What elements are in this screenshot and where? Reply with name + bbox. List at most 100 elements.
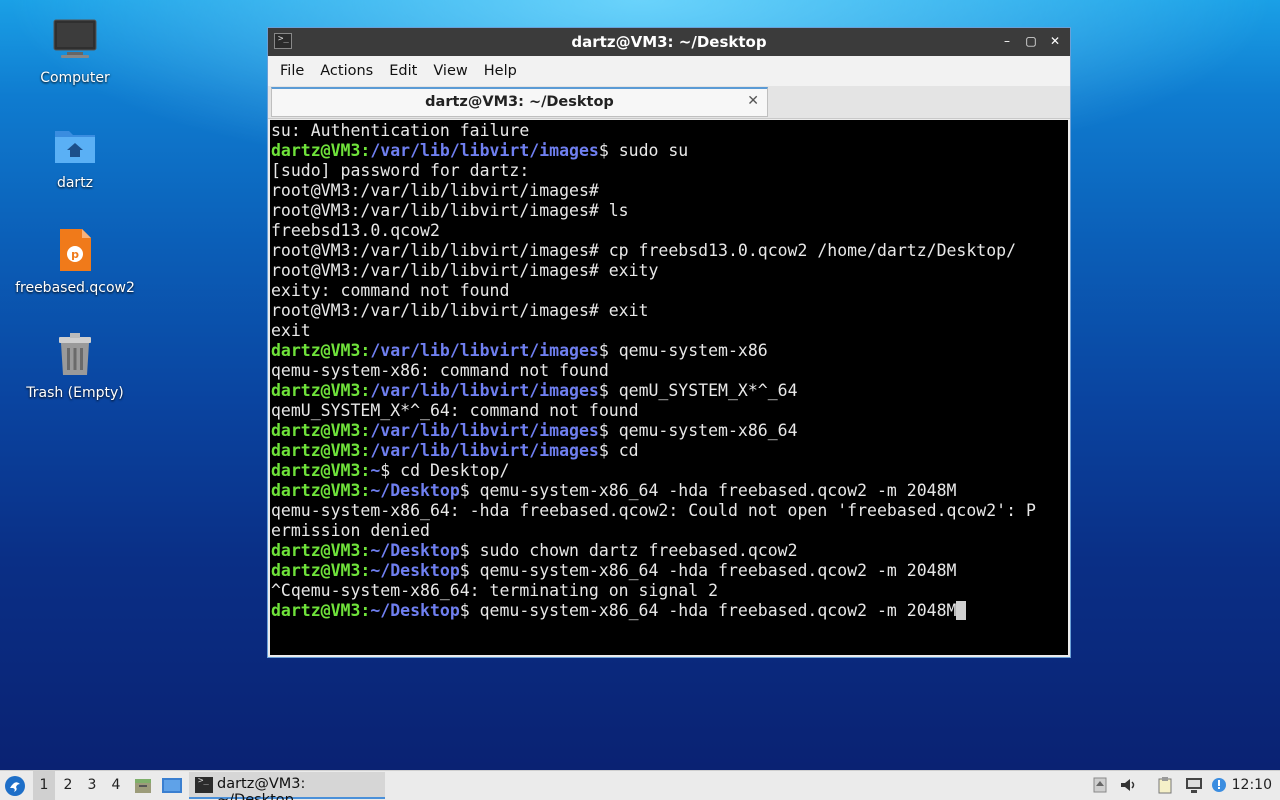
terminal-line: exit — [271, 321, 1068, 341]
desktop-icon-disk-image[interactable]: p freebased.qcow2 — [5, 226, 145, 296]
terminal-line: root@VM3:/var/lib/libvirt/images# exit — [271, 301, 1068, 321]
svg-text:p: p — [71, 248, 79, 261]
terminal-output[interactable]: su: Authentication failure dartz@VM3:/var… — [270, 120, 1068, 655]
output-text: exity: command not found — [271, 281, 510, 300]
prompt-path: /var/lib/libvirt/images — [370, 381, 599, 400]
tab-bar: dartz@VM3: ~/Desktop ✕ — [268, 86, 1070, 119]
prompt-path: ~/Desktop — [370, 601, 460, 620]
prompt-user: dartz@VM3: — [271, 461, 371, 480]
computer-icon — [51, 16, 99, 64]
command-text: $ qemu-system-x86_64 -hda freebased.qcow… — [459, 601, 957, 620]
prompt-user: dartz@VM3: — [271, 541, 371, 560]
tab-label: dartz@VM3: ~/Desktop — [425, 94, 614, 110]
command-text: $ sudo chown dartz freebased.qcow2 — [459, 541, 798, 560]
workspace-3[interactable]: 3 — [81, 771, 103, 800]
desktop-icon-trash[interactable]: Trash (Empty) — [5, 331, 145, 401]
window-title: dartz@VM3: ~/Desktop — [571, 33, 767, 51]
desktop-icon-label: freebased.qcow2 — [15, 280, 135, 296]
prompt-user: dartz@VM3: — [271, 481, 371, 500]
terminal-line: dartz@VM3:/var/lib/libvirt/images$ qemu-… — [271, 341, 1068, 361]
output-text: qemU_SYSTEM_X*^_64: command not found — [271, 401, 639, 420]
network-icon[interactable] — [1184, 776, 1202, 794]
workspace-4[interactable]: 4 — [105, 771, 127, 800]
terminal-line: qemu-system-x86_64: -hda freebased.qcow2… — [271, 501, 1068, 521]
tray-scroll-icon[interactable] — [1091, 776, 1109, 794]
clock[interactable]: 12:10 — [1232, 771, 1272, 800]
desktop-icon-home-folder[interactable]: dartz — [5, 121, 145, 191]
command-text: $ cd — [598, 441, 639, 460]
terminal-line: root@VM3:/var/lib/libvirt/images# — [271, 181, 1068, 201]
terminal-window[interactable]: >_ dartz@VM3: ~/Desktop – ▢ ✕ File Actio… — [267, 27, 1071, 658]
terminal-line: qemu-system-x86: command not found — [271, 361, 1068, 381]
update-notifier-icon[interactable] — [1210, 776, 1228, 794]
terminal-line: root@VM3:/var/lib/libvirt/images# exity — [271, 261, 1068, 281]
menu-edit[interactable]: Edit — [381, 63, 425, 79]
output-text: [sudo] password for dartz: — [271, 161, 530, 180]
output-text: root@VM3:/var/lib/libvirt/images# — [271, 181, 599, 200]
output-text: root@VM3:/var/lib/libvirt/images# ls — [271, 201, 629, 220]
terminal-line: su: Authentication failure — [271, 121, 1068, 141]
tab-close-icon[interactable]: ✕ — [747, 93, 759, 109]
clipboard-icon[interactable] — [1156, 776, 1174, 794]
maximize-button[interactable]: ▢ — [1022, 32, 1040, 50]
command-text: $ cd Desktop/ — [380, 461, 510, 480]
file-manager-launcher[interactable] — [133, 771, 155, 800]
output-text: exit — [271, 321, 311, 340]
minimize-button[interactable]: – — [998, 32, 1016, 50]
prompt-user: dartz@VM3: — [271, 441, 371, 460]
prompt-user: dartz@VM3: — [271, 421, 371, 440]
command-text: $ qemU_SYSTEM_X*^_64 — [598, 381, 798, 400]
prompt-user: dartz@VM3: — [271, 141, 371, 160]
window-titlebar[interactable]: >_ dartz@VM3: ~/Desktop – ▢ ✕ — [268, 28, 1070, 56]
menu-help[interactable]: Help — [476, 63, 525, 79]
command-text: $ qemu-system-x86_64 — [598, 421, 798, 440]
text-cursor — [956, 601, 967, 620]
prompt-path: ~/Desktop — [370, 561, 460, 580]
desktop-icon-label: Computer — [40, 70, 110, 86]
terminal-line: qemU_SYSTEM_X*^_64: command not found — [271, 401, 1068, 421]
tab-terminal[interactable]: dartz@VM3: ~/Desktop ✕ — [271, 87, 768, 117]
prompt-path: /var/lib/libvirt/images — [370, 441, 599, 460]
workspace-1[interactable]: 1 — [33, 771, 55, 800]
start-menu-icon — [5, 776, 25, 796]
taskbar-task-terminal[interactable]: >_ dartz@VM3: ~/Desktop — [189, 772, 385, 800]
prompt-path: ~/Desktop — [370, 481, 460, 500]
output-text: root@VM3:/var/lib/libvirt/images# exity — [271, 261, 659, 280]
terminal-line: dartz@VM3:~/Desktop$ qemu-system-x86_64 … — [271, 561, 1068, 581]
show-desktop-launcher[interactable] — [161, 771, 185, 800]
command-text: $ sudo su — [598, 141, 689, 160]
trash-icon — [51, 331, 99, 379]
output-text: ermission denied — [271, 521, 430, 540]
output-text: root@VM3:/var/lib/libvirt/images# exit — [271, 301, 649, 320]
desktop-icon-computer[interactable]: Computer — [5, 16, 145, 86]
terminal-line: dartz@VM3:/var/lib/libvirt/images$ qemU_… — [271, 381, 1068, 401]
terminal-line: dartz@VM3:/var/lib/libvirt/images$ cd — [271, 441, 1068, 461]
terminal-line: ^Cqemu-system-x86_64: terminating on sig… — [271, 581, 1068, 601]
menu-view[interactable]: View — [425, 63, 475, 79]
prompt-path: /var/lib/libvirt/images — [370, 421, 599, 440]
prompt-path: ~/Desktop — [370, 541, 460, 560]
terminal-line: dartz@VM3:~/Desktop$ qemu-system-x86_64 … — [271, 601, 1068, 621]
app-menu-button[interactable] — [4, 771, 28, 800]
terminal-text: su: Authentication failure dartz@VM3:/var… — [270, 120, 1068, 621]
output-text: qemu-system-x86: command not found — [271, 361, 609, 380]
output-text: qemu-system-x86_64: -hda freebased.qcow2… — [271, 501, 1036, 520]
command-text: $ qemu-system-x86_64 -hda freebased.qcow… — [459, 481, 957, 500]
file-manager-icon — [135, 779, 151, 793]
taskbar: 1 2 3 4 >_ dartz@VM3: ~/Desktop 12:10 — [0, 770, 1280, 800]
output-text: ^Cqemu-system-x86_64: terminating on sig… — [271, 581, 719, 600]
command-text: $ qemu-system-x86 — [598, 341, 768, 360]
menu-actions[interactable]: Actions — [312, 63, 381, 79]
volume-icon[interactable] — [1119, 776, 1137, 794]
close-button[interactable]: ✕ — [1046, 32, 1064, 50]
workspace-2[interactable]: 2 — [57, 771, 79, 800]
output-text: su: Authentication failure — [271, 121, 530, 140]
prompt-path: /var/lib/libvirt/images — [370, 341, 599, 360]
prompt-user: dartz@VM3: — [271, 601, 371, 620]
terminal-line: ermission denied — [271, 521, 1068, 541]
menu-file[interactable]: File — [272, 63, 312, 79]
prompt-path: ~ — [370, 461, 381, 480]
terminal-line: dartz@VM3:~/Desktop$ sudo chown dartz fr… — [271, 541, 1068, 561]
terminal-line: exity: command not found — [271, 281, 1068, 301]
terminal-line: root@VM3:/var/lib/libvirt/images# cp fre… — [271, 241, 1068, 261]
